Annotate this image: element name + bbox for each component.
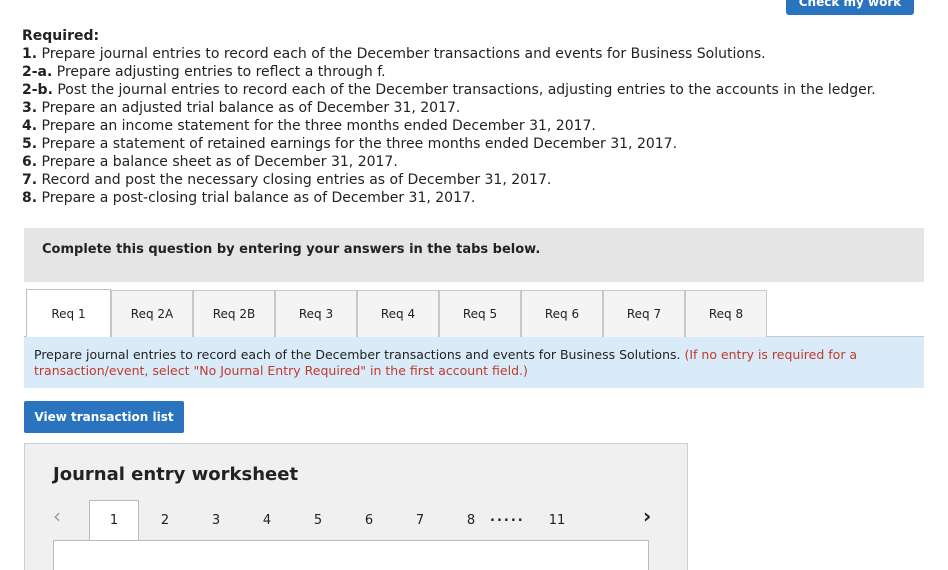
page-4[interactable]: 4 bbox=[242, 500, 292, 540]
chevron-right-icon[interactable]: › bbox=[643, 504, 651, 528]
tab-req-8[interactable]: Req 8 bbox=[685, 290, 767, 337]
tab-req-6[interactable]: Req 6 bbox=[521, 290, 603, 337]
required-section: Required: 1. Prepare journal entries to … bbox=[22, 27, 922, 207]
required-item-2b: 2-b. Post the journal entries to record … bbox=[22, 82, 876, 98]
page-2[interactable]: 2 bbox=[140, 500, 190, 540]
prompt-text: Prepare journal entries to record each o… bbox=[34, 347, 685, 362]
page-8[interactable]: 8 bbox=[446, 500, 496, 540]
required-item-3: 3. Prepare an adjusted trial balance as … bbox=[22, 100, 461, 116]
view-transaction-list-button[interactable]: View transaction list bbox=[24, 401, 184, 433]
journal-entry-worksheet: Journal entry worksheet ‹ 1 2 3 4 5 6 7 … bbox=[24, 443, 688, 570]
required-item-4: 4. Prepare an income statement for the t… bbox=[22, 118, 596, 134]
required-heading: Required: bbox=[22, 28, 100, 44]
tab-req-7[interactable]: Req 7 bbox=[603, 290, 685, 337]
worksheet-pager: ‹ 1 2 3 4 5 6 7 8 ..... 11 › bbox=[53, 500, 663, 540]
instruction-banner: Complete this question by entering your … bbox=[24, 228, 924, 282]
tab-req-5[interactable]: Req 5 bbox=[439, 290, 521, 337]
page-7[interactable]: 7 bbox=[395, 500, 445, 540]
required-item-1: 1. Prepare journal entries to record eac… bbox=[22, 46, 766, 62]
required-item-5: 5. Prepare a statement of retained earni… bbox=[22, 136, 678, 152]
tab-req-2b[interactable]: Req 2B bbox=[193, 290, 275, 337]
page-6[interactable]: 6 bbox=[344, 500, 394, 540]
page-3[interactable]: 3 bbox=[191, 500, 241, 540]
tab-req-2a[interactable]: Req 2A bbox=[111, 290, 193, 337]
page-11[interactable]: 11 bbox=[532, 500, 582, 540]
required-item-6: 6. Prepare a balance sheet as of Decembe… bbox=[22, 154, 398, 170]
required-item-7: 7. Record and post the necessary closing… bbox=[22, 172, 552, 188]
worksheet-title: Journal entry worksheet bbox=[53, 464, 299, 485]
entry-description-panel bbox=[53, 540, 649, 570]
tab-req-4[interactable]: Req 4 bbox=[357, 290, 439, 337]
required-item-8: 8. Prepare a post-closing trial balance … bbox=[22, 190, 476, 206]
page-5[interactable]: 5 bbox=[293, 500, 343, 540]
page-1[interactable]: 1 bbox=[89, 500, 139, 540]
page-ellipsis: ..... bbox=[490, 510, 525, 525]
question-prompt: Prepare journal entries to record each o… bbox=[24, 337, 924, 388]
check-my-work-button[interactable]: Check my work bbox=[786, 0, 914, 15]
instruction-text: Complete this question by entering your … bbox=[42, 242, 541, 257]
tab-req-1[interactable]: Req 1 bbox=[26, 289, 111, 337]
tab-req-3[interactable]: Req 3 bbox=[275, 290, 357, 337]
required-item-2a: 2-a. Prepare adjusting entries to reflec… bbox=[22, 64, 386, 80]
requirement-tabs: Req 1 Req 2A Req 2B Req 3 Req 4 Req 5 Re… bbox=[24, 289, 924, 337]
chevron-left-icon[interactable]: ‹ bbox=[53, 504, 61, 528]
